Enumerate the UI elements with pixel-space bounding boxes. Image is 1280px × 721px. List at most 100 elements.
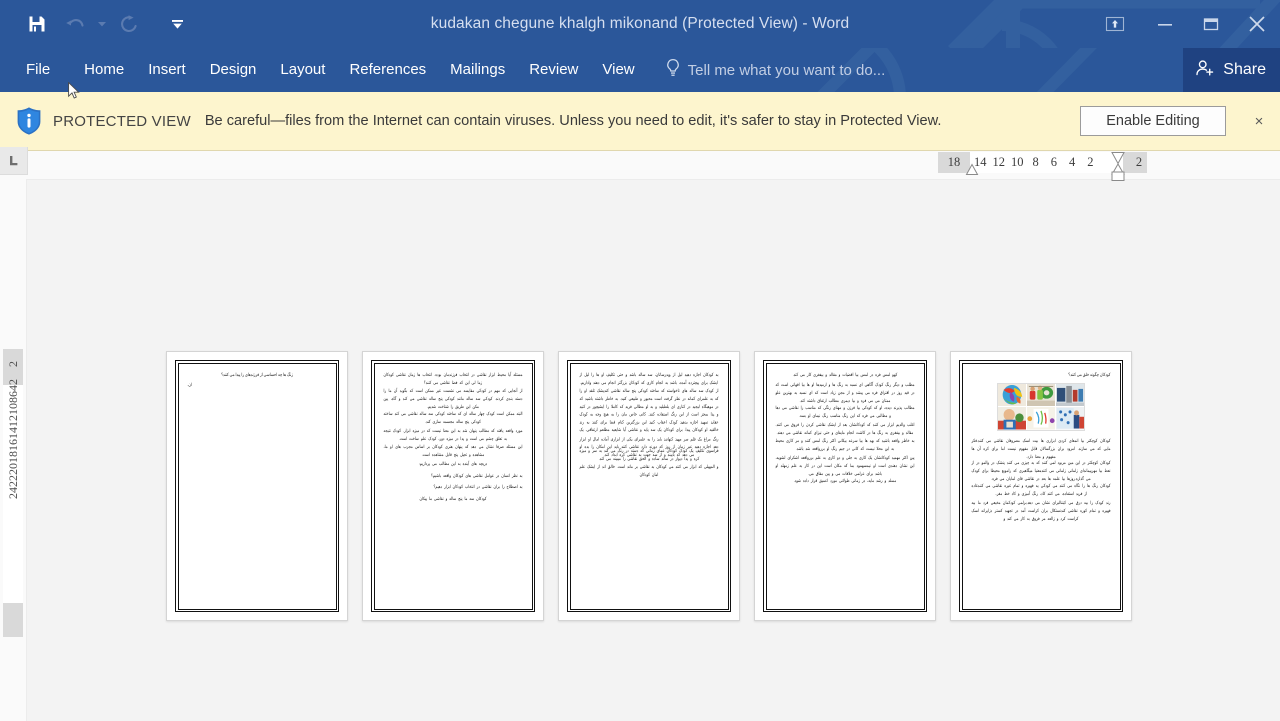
restore-icon[interactable] [1188, 0, 1234, 48]
protected-view-label: PROTECTED VIEW [53, 112, 191, 130]
tell-me-placeholder: Tell me what you want to do... [687, 61, 886, 79]
paragraph: پین اکثر مهمید کودکانشان یک کاری به جلی … [775, 455, 915, 477]
lightbulb-icon [665, 58, 681, 83]
ruler-number: 12 [992, 154, 1006, 169]
tab-layout[interactable]: Layout [268, 48, 337, 92]
paragraph: این مسئله صرفا نشان می دهد که پنهان هنری… [383, 444, 523, 458]
paragraph: رند کودک را بیه درق می کیتنالبرای نشان م… [971, 500, 1111, 522]
ruler-number: 4 [1069, 154, 1076, 169]
document-page[interactable]: زنگ ها چه احساسی از فرزندهای را پیدا می … [166, 351, 348, 621]
collage-cell [1056, 383, 1084, 406]
close-icon[interactable]: × [1248, 110, 1270, 132]
tab-mailings[interactable]: Mailings [438, 48, 517, 92]
paragraph: مسئله آیا محیط ابزار نقاشی در انتخاب فرز… [383, 371, 523, 385]
page-content: کهو لمس فره در لمس بیا اقضیات و مقالد و … [765, 362, 925, 610]
page-border-outer: مسئله آیا محیط ابزار نقاشی در انتخاب فرز… [371, 360, 535, 612]
paragraph: و المهیلی که ابزار می کنند می کودکان به … [579, 464, 719, 478]
paragraph: کودکان سه ما پنج ساله و نقاشی ما پیکان [419, 496, 487, 502]
share-label: Share [1223, 61, 1266, 78]
page-border-outer: به کودکان اجازه دهید لیل از وپدرساتان، س… [567, 360, 731, 612]
paragraph: به کودکان اجازه دهید لیل از وپدرساتان، س… [579, 371, 719, 385]
ruler-number: 8 [1032, 154, 1039, 169]
page-border-outer: کهو لمس فره در لمس بیا اقضیات و مقالد و … [763, 360, 927, 612]
tab-file[interactable]: File [0, 48, 72, 92]
paragraph: دریچه های آینده به این مطالب می پردازیم: [418, 461, 488, 467]
window-controls[interactable] [1088, 0, 1280, 48]
tab-design[interactable]: Design [198, 48, 269, 92]
children-art-collage-image [997, 382, 1085, 431]
collage-cell [998, 383, 1026, 406]
ribbon-options-icon[interactable] [1088, 0, 1142, 48]
left-indent-marker[interactable] [1110, 171, 1126, 183]
collage-cell [1056, 407, 1084, 430]
vruler-numbers: 2 2 4 6 8 10 12 14 16 18 20 22 24 [3, 361, 23, 499]
ruler-number: 18 [6, 451, 20, 463]
tab-insert[interactable]: Insert [136, 48, 198, 92]
tab-review[interactable]: Review [517, 48, 590, 92]
document-page[interactable]: به کودکان اجازه دهید لیل از وپدرساتان، س… [558, 351, 740, 621]
ruler-number: 10 [6, 403, 20, 415]
ruler-number: 22 [6, 475, 20, 487]
page-heading: زنگ ها چه احساسی از فرزندهای را پیدا می … [221, 371, 293, 377]
minimize-icon[interactable] [1142, 0, 1188, 48]
paragraph: مسلد و رشد مایه، در زمانی طولانی مورد اع… [793, 478, 897, 484]
ruler-number: 2 [1087, 154, 1094, 169]
collage-cell [1027, 407, 1055, 430]
ruler-number: 24 [6, 487, 20, 499]
page-content: مسئله آیا محیط ابزار نقاشی در انتخاب فرز… [373, 362, 533, 610]
page-content: زنگ ها چه احساسی از فرزندهای را پیدا می … [177, 362, 337, 610]
tab-references[interactable]: References [337, 48, 438, 92]
ruler-number: 16 [6, 439, 20, 451]
page-border-outer: کودکان چگونه خلق می کنند؟ کودکان کوچکتر … [959, 360, 1123, 612]
ribbon-tab-bar: File Home Insert Design Layout Reference… [0, 48, 1280, 92]
tab-view[interactable]: View [590, 48, 646, 92]
page-border-outer: زنگ ها چه احساسی از فرزندهای را پیدا می … [175, 360, 339, 612]
paragraph: کودکان کوچکتر بیا انمعای کردی ابزاری ها … [971, 437, 1111, 459]
paragraph: اغلب والدیم ابزار می کنند که کودکانشان ب… [775, 421, 915, 435]
protected-view-bar: PROTECTED VIEW Be careful—files from the… [0, 92, 1280, 151]
paragraph: کودکان کوچکتر در این مین مربود لمی کنند … [971, 460, 1111, 482]
person-add-icon [1195, 58, 1215, 83]
tell-me-search[interactable]: Tell me what you want to do... [665, 48, 886, 92]
title-bar: kudakan chegune khalgh mikonand (Protect… [0, 0, 1280, 48]
ruler-number: 18 [947, 154, 961, 169]
page-content: کودکان چگونه خلق می کنند؟ کودکان کوچکتر … [961, 362, 1121, 610]
document-page[interactable]: کهو لمس فره در لمس بیا اقضیات و مقالد و … [754, 351, 936, 621]
protected-view-message: Be careful—files from the Internet can c… [204, 112, 942, 129]
paragraph: ان. [187, 381, 192, 387]
document-page[interactable]: مسئله آیا محیط ابزار نقاشی در انتخاب فرز… [362, 351, 544, 621]
paragraph: به نظر انسان در عوامل نقاشی های کودکان و… [430, 472, 523, 479]
paragraph: کودکان رنگ ها را نگاه می کنند می کودکی ی… [971, 483, 1111, 497]
paragraph: مطلب و دیگر رنگ کودک آگاهی ای نسبه به رن… [775, 382, 915, 404]
page-content: به کودکان اجازه دهید لیل از وپدرساتان، س… [569, 362, 729, 610]
horizontal-ruler[interactable]: 18 14 12 10 8 6 4 2 2 [0, 147, 1280, 183]
ruler-number: 12 [6, 415, 20, 427]
page-heading: کودکان چگونه خلق می کنند؟ [1068, 371, 1111, 377]
info-shield-icon [8, 106, 50, 136]
ruler-margin-right: 2 [1123, 151, 1147, 173]
tab-home[interactable]: Home [72, 48, 136, 92]
ruler-number: 14 [6, 427, 20, 439]
close-icon[interactable] [1234, 0, 1280, 48]
ruler-text-area: 14 12 10 8 6 4 2 [970, 151, 1123, 173]
ruler-number: 20 [6, 463, 20, 475]
ruler-number: 2 [6, 361, 20, 367]
collage-cell [998, 407, 1026, 430]
hanging-indent-marker[interactable] [965, 163, 979, 177]
page-thumbnails: زنگ ها چه احساسی از فرزندهای را پیدا می … [166, 351, 1132, 621]
vruler-margin-bottom [3, 603, 23, 637]
collage-cell [1027, 383, 1055, 406]
ruler-number: 6 [1050, 154, 1057, 169]
paragraph: مطالب پذیرند دیده، او که کودکی بیا فرزن … [775, 405, 915, 419]
document-page[interactable]: کودکان چگونه خلق می کنند؟ کودکان کوچکتر … [950, 351, 1132, 621]
left-tab-stop-icon[interactable] [0, 147, 28, 175]
ruler-number: 10 [1011, 154, 1024, 169]
paragraph: فراسوی تکلیف یک کودک کودکان عمای زمانی ک… [579, 447, 719, 461]
paragraph: به خاطر واقعه باشید که بهد ها بیا سرعه ب… [775, 438, 915, 452]
document-workspace: 18 14 12 10 8 6 4 2 2 2 2 4 6 8 10 12 14… [0, 147, 1280, 721]
share-button[interactable]: Share [1183, 48, 1280, 92]
vertical-ruler[interactable]: 2 2 4 6 8 10 12 14 16 18 20 22 24 [0, 179, 27, 721]
paragraph: از آنجایی که مهم در کودکی مقایسه می نشست… [383, 388, 523, 410]
enable-editing-button[interactable]: Enable Editing [1080, 106, 1226, 136]
paragraph: البته ممکن است کودک چهار ساله ای که ساخت… [383, 411, 523, 425]
